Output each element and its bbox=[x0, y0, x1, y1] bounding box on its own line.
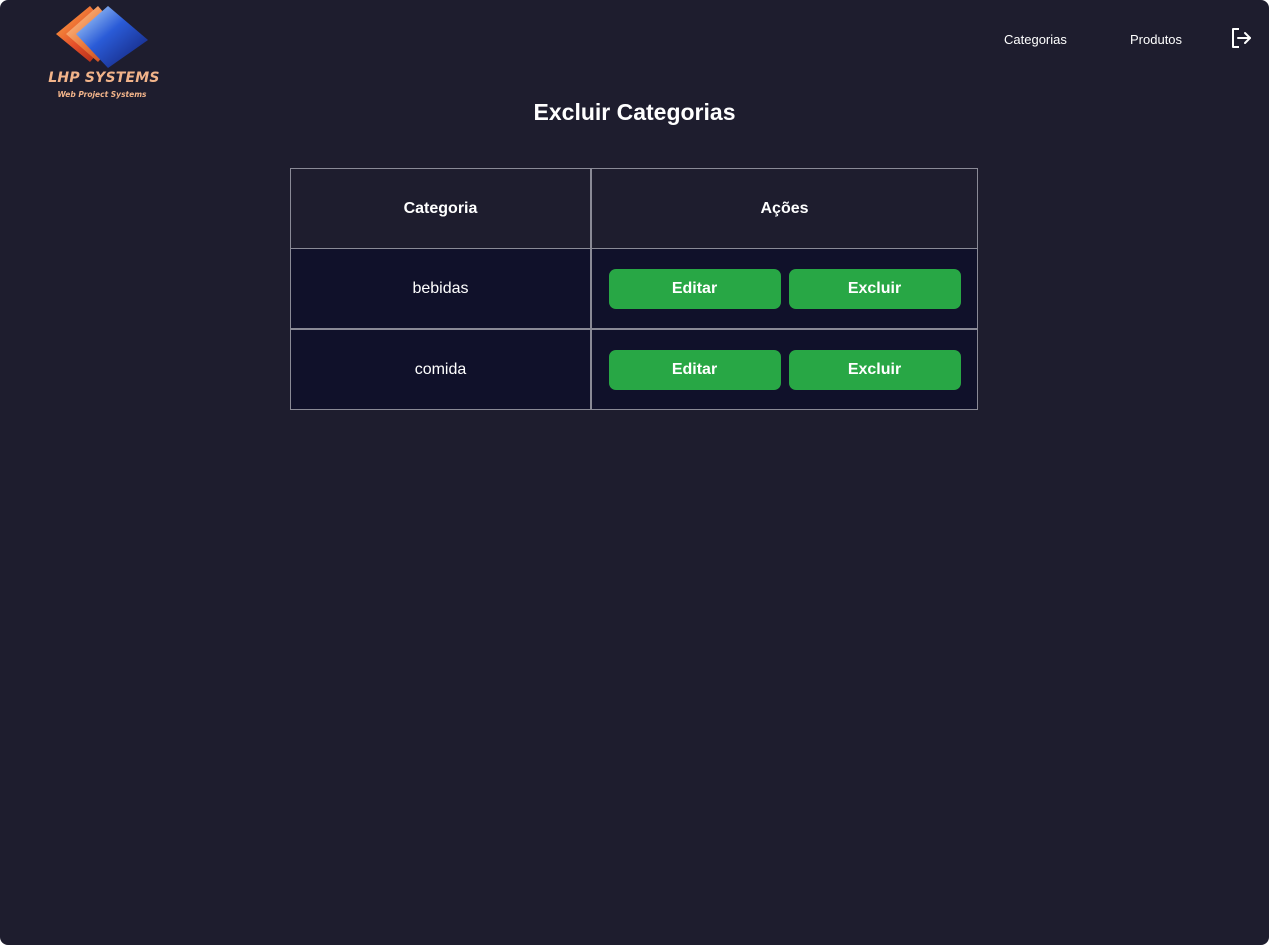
column-header-acoes: Ações bbox=[591, 168, 978, 249]
table-cell-acoes: Editar Excluir bbox=[591, 329, 978, 410]
brand-logo[interactable]: LHP SYSTEMS Web Project Systems bbox=[40, 4, 164, 104]
edit-button[interactable]: Editar bbox=[608, 268, 781, 309]
nav-link-categorias[interactable]: Categorias bbox=[1004, 32, 1067, 47]
app-window: LHP SYSTEMS Web Project Systems Categori… bbox=[0, 0, 1269, 945]
delete-button[interactable]: Excluir bbox=[788, 268, 961, 309]
logout-button[interactable] bbox=[1229, 26, 1253, 50]
table-cell-categoria: bebidas bbox=[290, 248, 591, 329]
nav-link-produtos[interactable]: Produtos bbox=[1130, 32, 1182, 47]
delete-button[interactable]: Excluir bbox=[788, 349, 961, 390]
stacked-diamonds-logo-icon bbox=[56, 6, 148, 68]
brand-name: LHP SYSTEMS bbox=[48, 70, 160, 86]
table-cell-acoes: Editar Excluir bbox=[591, 248, 978, 329]
brand-tagline: Web Project Systems bbox=[57, 90, 147, 99]
categories-table: Categoria Ações bebidas Editar Excluir c… bbox=[290, 168, 978, 410]
table-cell-categoria: comida bbox=[290, 329, 591, 410]
logout-icon bbox=[1232, 28, 1251, 48]
edit-button[interactable]: Editar bbox=[608, 349, 781, 390]
page-title: Excluir Categorias bbox=[533, 99, 736, 125]
column-header-categoria: Categoria bbox=[290, 168, 591, 249]
